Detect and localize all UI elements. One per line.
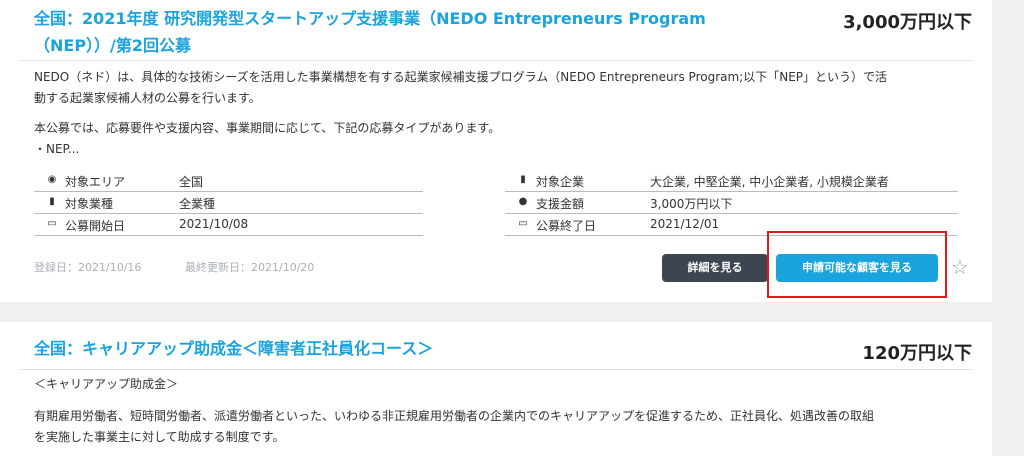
updated-date: 最終更新日：2021/10/20 xyxy=(185,261,315,274)
info-value: 大企業, 中堅企業, 中小企業者, 小規模企業者 xyxy=(650,175,889,189)
building-icon: ▮ xyxy=(520,174,526,185)
description: 有期雇用労働者、短時間労働者、派遣労働者といった、いわゆる非正規雇用労働者の企業… xyxy=(34,406,979,448)
calendar-icon: ▭ xyxy=(47,218,57,229)
info-value: 3,000万円以下 xyxy=(650,197,733,211)
detail-button[interactable]: 詳細を見る xyxy=(662,254,768,282)
subsidy-card-1: 全国：2021年度 研究開発型スタートアップ支援事業（NEDO Entrepre… xyxy=(0,0,992,302)
card-title-link[interactable]: 全国：キャリアアップ助成金＜障害者正社員化コース＞ xyxy=(34,335,433,362)
description-line: 本公募では、応募要件や支援内容、事業期間に応じて、下記の応募タイプがあります。 xyxy=(34,121,501,135)
calendar-icon: ▭ xyxy=(518,218,528,229)
registered-date: 登録日：2021/10/16 xyxy=(34,261,142,274)
description-line: ・NEP... xyxy=(34,142,80,156)
card-title-link[interactable]: 全国：2021年度 研究開発型スタートアップ支援事業（NEDO Entrepre… xyxy=(34,5,734,59)
subsidy-card-2: 全国：キャリアアップ助成金＜障害者正社員化コース＞ 120万円以下 ＜キャリアア… xyxy=(0,322,992,456)
divider xyxy=(20,60,972,61)
description-line: 動する起業家候補人材の公募を行います。 xyxy=(34,91,261,105)
info-label: 公募終了日 xyxy=(536,219,597,233)
description-types: 本公募では、応募要件や支援内容、事業期間に応じて、下記の応募タイプがあります。 … xyxy=(34,118,500,160)
description: NEDO（ネド）は、具体的な技術シーズを活用した事業構想を有する起業家候補支援プ… xyxy=(34,67,979,109)
card-title-line[interactable]: （NEP））/第2回公募 xyxy=(34,32,734,59)
subsidy-amount: 3,000万円以下 xyxy=(843,12,972,33)
description-heading: ＜キャリアアップ助成金＞ xyxy=(34,377,179,391)
highlight-box xyxy=(767,231,947,298)
info-value: 全業種 xyxy=(179,197,216,211)
info-value: 2021/10/08 xyxy=(179,217,249,231)
info-label: 公募開始日 xyxy=(65,219,126,233)
info-row-area: ◉ 対象エリア 全国 xyxy=(34,170,423,192)
money-bag-icon: ● xyxy=(518,196,528,207)
pin-icon: ◉ xyxy=(47,174,57,185)
subsidy-amount: 120万円以下 xyxy=(862,343,972,364)
card-title-line[interactable]: 全国：2021年度 研究開発型スタートアップ支援事業（NEDO Entrepre… xyxy=(34,5,734,32)
info-value: 全国 xyxy=(179,175,204,189)
description-line: NEDO（ネド）は、具体的な技術シーズを活用した事業構想を有する起業家候補支援プ… xyxy=(34,70,888,84)
info-row-amount: ● 支援金額 3,000万円以下 xyxy=(505,192,958,214)
info-label: 対象企業 xyxy=(536,175,585,189)
description-line: 有期雇用労働者、短時間労働者、派遣労働者といった、いわゆる非正規雇用労働者の企業… xyxy=(34,409,875,423)
description-line: を実施した事業主に対して助成する制度です。 xyxy=(34,430,285,444)
info-label: 対象エリア xyxy=(65,175,126,189)
info-row-start-date: ▭ 公募開始日 2021/10/08 xyxy=(34,214,423,236)
info-row-company: ▮ 対象企業 大企業, 中堅企業, 中小企業者, 小規模企業者 xyxy=(505,170,958,192)
divider xyxy=(20,369,972,370)
star-icon[interactable]: ☆ xyxy=(951,255,969,279)
info-row-industry: ▮ 対象業種 全業種 xyxy=(34,192,423,214)
info-value: 2021/12/01 xyxy=(650,217,720,231)
info-label: 支援金額 xyxy=(536,197,585,211)
building-icon: ▮ xyxy=(49,196,55,207)
info-label: 対象業種 xyxy=(65,197,114,211)
